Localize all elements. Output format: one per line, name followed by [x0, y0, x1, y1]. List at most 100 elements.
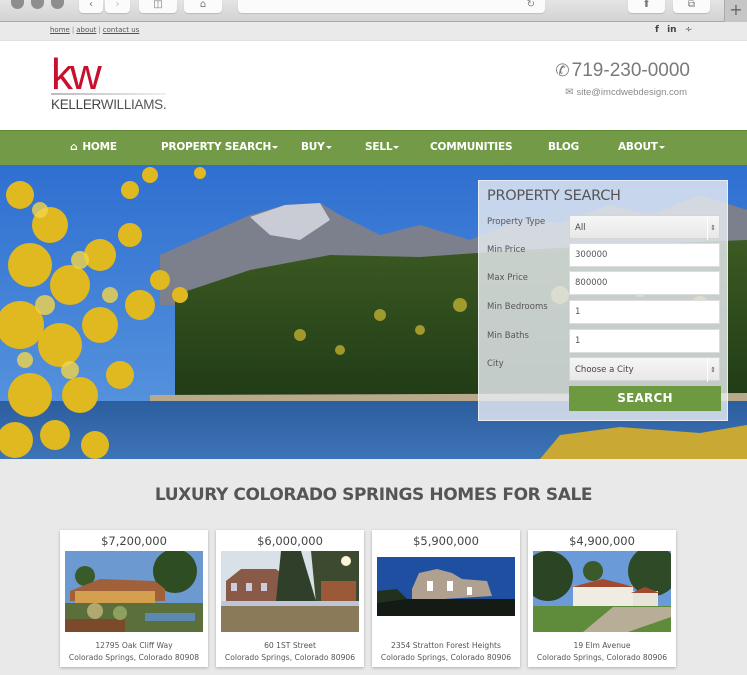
envelope-icon: ✉: [565, 87, 574, 98]
listing-card[interactable]: $6,000,000 60 1ST Street Colorado Spring…: [216, 530, 364, 667]
site-header: kw KELLERWILLIAMS. ✆ 719-230-0000 ✉ site@i…: [0, 41, 747, 130]
property-type-value: All: [575, 223, 586, 233]
select-arrows-icon: ⇕: [707, 216, 716, 240]
max-price-input[interactable]: 800000: [569, 271, 720, 295]
nav-label: PROPERTY SEARCH: [161, 141, 272, 153]
listing-price: $5,900,000: [413, 534, 479, 548]
property-search-panel: PROPERTY SEARCH Property Type All ⇕ Min P…: [478, 180, 728, 421]
nav-label: SELL: [365, 141, 393, 153]
listing-address: 60 1ST Street Colorado Springs, Colorado…: [216, 640, 364, 664]
nav-home[interactable]: ⌂ HOME: [70, 141, 117, 153]
chevron-left-icon: ‹: [89, 0, 93, 10]
listing-photo[interactable]: [377, 551, 515, 632]
house-photo: [377, 557, 515, 616]
phone-number[interactable]: ✆ 719-230-0000: [555, 60, 690, 82]
contact-link[interactable]: contact us: [103, 26, 140, 34]
min-price-label: Min Price: [487, 245, 526, 255]
facebook-icon[interactable]: f: [655, 25, 659, 35]
tabs-button[interactable]: ⧉: [673, 0, 710, 13]
reload-icon[interactable]: ↻: [527, 0, 535, 10]
plus-icon: +: [729, 0, 743, 19]
nav-blog[interactable]: BLOG: [548, 141, 579, 153]
about-link[interactable]: about: [76, 26, 96, 34]
nav-property-search[interactable]: PROPERTY SEARCH: [161, 141, 279, 153]
sidebar-button[interactable]: ◫: [139, 0, 177, 13]
tabs-icon: ⧉: [687, 0, 696, 10]
city-select[interactable]: Choose a City ⇕: [569, 357, 720, 382]
keller-williams-logo[interactable]: kw KELLERWILLIAMS.: [51, 50, 171, 116]
listing-price: $7,200,000: [101, 534, 167, 548]
sidebar-icon: ◫: [153, 0, 163, 10]
logo-word-keller: KELLER: [51, 97, 101, 112]
nav-label: COMMUNITIES: [430, 141, 513, 153]
logo-wordmark: KELLERWILLIAMS.: [51, 97, 167, 112]
min-baths-input[interactable]: 1: [569, 329, 720, 353]
separator: |: [71, 26, 75, 34]
browser-toolbar: ‹ › ◫ ⌂ ↻ ⬆ ⧉ +: [0, 0, 747, 22]
nav-label: ABOUT: [618, 141, 658, 153]
nav-sell[interactable]: SELL: [365, 141, 400, 153]
main-navigation: ⌂ HOME PROPERTY SEARCH BUY SELL COMMUNITI…: [0, 130, 747, 165]
nav-buy[interactable]: BUY: [301, 141, 332, 153]
share-icon: ⬆: [642, 0, 651, 10]
phone-icon: ✆: [555, 61, 570, 80]
listing-photo[interactable]: [533, 551, 671, 632]
nav-label: BLOG: [548, 141, 580, 153]
listing-address: 19 Elm Avenue Colorado Springs, Colorado…: [528, 640, 676, 664]
home-button[interactable]: ⌂: [184, 0, 222, 13]
logo-mark: kw: [51, 50, 102, 99]
house-photo: [533, 551, 671, 632]
caret-down-icon: [325, 145, 332, 149]
caret-down-icon: [658, 145, 665, 149]
social-links: f in ∻: [655, 25, 697, 35]
search-title: PROPERTY SEARCH: [487, 188, 621, 204]
logo-divider: [51, 93, 166, 95]
listing-photo[interactable]: [221, 551, 359, 632]
email-address[interactable]: ✉ site@imcdwebdesign.com: [565, 87, 687, 98]
minimize-window-button[interactable]: [31, 0, 44, 9]
listing-card[interactable]: $5,900,000 2354 Stratton Forest Heights …: [372, 530, 520, 667]
listing-city: Colorado Springs, Colorado 80906: [536, 653, 668, 662]
listing-address: 2354 Stratton Forest Heights Colorado Sp…: [372, 640, 520, 664]
listing-city: Colorado Springs, Colorado 80908: [68, 653, 200, 662]
city-value: Choose a City: [575, 365, 634, 375]
listing-price: $6,000,000: [257, 534, 323, 548]
utility-links: home | about | contact us: [50, 26, 139, 34]
logo-word-williams: WILLIAMS.: [100, 97, 167, 112]
rss-icon[interactable]: ∻: [685, 25, 693, 35]
home-icon: ⌂: [70, 141, 78, 153]
select-arrows-icon: ⇕: [707, 358, 716, 382]
chevron-right-icon: ›: [115, 0, 120, 10]
forward-button[interactable]: ›: [105, 0, 130, 13]
listing-price: $4,900,000: [569, 534, 635, 548]
city-label: City: [487, 359, 504, 369]
min-bedrooms-input[interactable]: 1: [569, 300, 720, 324]
nav-about[interactable]: ABOUT: [618, 141, 665, 153]
listing-street: 2354 Stratton Forest Heights: [391, 641, 501, 650]
home-link[interactable]: home: [50, 26, 70, 34]
listing-photo[interactable]: [65, 551, 203, 632]
home-icon: ⌂: [199, 0, 207, 10]
utility-bar: home | about | contact us f in ∻: [0, 22, 747, 41]
search-button[interactable]: SEARCH: [569, 386, 721, 411]
share-button[interactable]: ⬆: [628, 0, 665, 13]
min-price-input[interactable]: 300000: [569, 243, 720, 267]
caret-down-icon: [393, 145, 400, 149]
max-price-label: Max Price: [487, 273, 529, 283]
listing-city: Colorado Springs, Colorado 80906: [224, 653, 356, 662]
back-button[interactable]: ‹: [79, 0, 103, 13]
listing-card[interactable]: $7,200,000 12795 Oak Cliff Way Colorado …: [60, 530, 208, 667]
zoom-window-button[interactable]: [51, 0, 64, 9]
new-tab-button[interactable]: +: [724, 0, 747, 22]
property-type-label: Property Type: [487, 217, 546, 227]
listing-address: 12795 Oak Cliff Way Colorado Springs, Co…: [60, 640, 208, 664]
address-bar[interactable]: ↻: [238, 0, 545, 13]
linkedin-icon[interactable]: in: [667, 25, 677, 35]
listing-card[interactable]: $4,900,000 19 Elm Avenue Colorado Spring…: [528, 530, 676, 667]
property-type-select[interactable]: All ⇕: [569, 215, 720, 240]
separator: |: [98, 26, 101, 34]
nav-label: HOME: [82, 141, 117, 153]
close-window-button[interactable]: [11, 0, 24, 9]
house-photo: [65, 551, 203, 632]
nav-communities[interactable]: COMMUNITIES: [430, 141, 513, 153]
